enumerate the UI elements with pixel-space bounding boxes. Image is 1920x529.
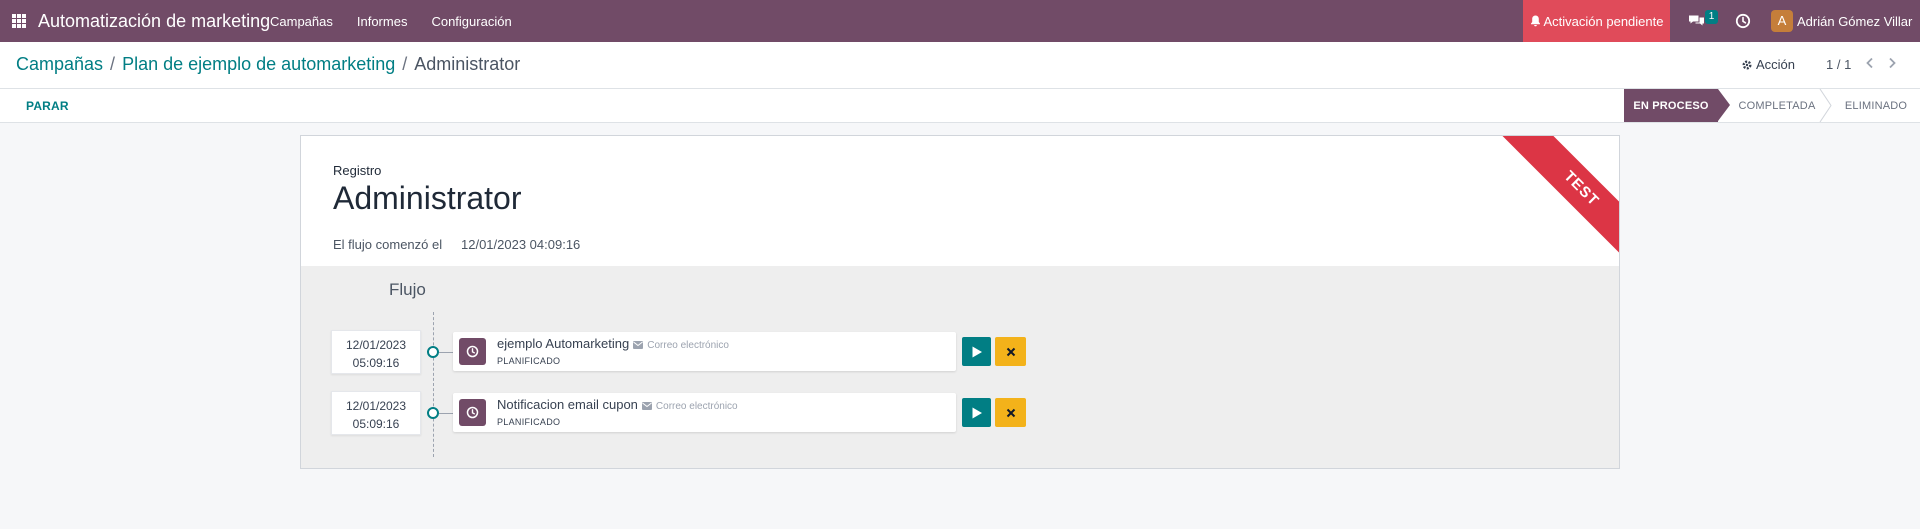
flow-title: Flujo: [389, 280, 426, 299]
control-panel: Campañas / Plan de ejemplo de automarketin…: [0, 42, 1920, 88]
bell-icon: [1530, 15, 1540, 27]
timeline-line: [433, 312, 434, 457]
activation-label: Activación pendiente: [1543, 13, 1664, 29]
play-icon: [972, 346, 982, 357]
breadcrumb-campanas[interactable]: Campañas: [16, 54, 103, 74]
gear-icon: [1742, 60, 1752, 70]
activity-date: 12/01/2023 05:09:16: [331, 330, 421, 374]
flow-started-value: 12/01/2023 04:09:16: [461, 237, 581, 252]
user-avatar[interactable]: A: [1771, 10, 1793, 32]
flow-started-label: El flujo comenzó el: [333, 237, 443, 252]
activation-pending-button[interactable]: Activación pendiente: [1523, 0, 1670, 42]
activity-clock-icon: [459, 399, 486, 426]
chat-count-badge: 1: [1705, 10, 1718, 24]
menu-item-informes[interactable]: Informes: [357, 14, 408, 29]
pager-previous-icon[interactable]: [1862, 55, 1878, 71]
timeline-connector: [439, 352, 453, 353]
timeline-dot: [427, 407, 439, 419]
status-bar: PARAR EN PROCESO COMPLETADA ELIMINADO: [0, 88, 1920, 123]
activity-type: Correo electrónico: [647, 340, 729, 351]
envelope-icon: [633, 341, 644, 349]
stop-button[interactable]: PARAR: [26, 99, 69, 113]
timeline-connector: [439, 413, 453, 414]
form-sheet: TEST Registro Administrator El flujo com…: [300, 135, 1620, 469]
breadcrumb: Campañas / Plan de ejemplo de automarketin…: [16, 54, 520, 75]
activity-name: Notificacion email cupon Correo electróni…: [497, 397, 738, 412]
breadcrumb-separator: /: [110, 54, 116, 74]
close-icon: [1006, 347, 1015, 356]
activity-date-day: 12/01/2023: [345, 338, 407, 352]
record-title: Administrator: [333, 180, 522, 216]
activity-state: PLANIFICADO: [497, 417, 561, 427]
menu-item-configuracion[interactable]: Configuración: [431, 14, 511, 29]
execute-button[interactable]: [962, 398, 991, 427]
activity-state: PLANIFICADO: [497, 356, 561, 366]
pager-value[interactable]: 1 / 1: [1826, 57, 1851, 72]
activity-clock-icon: [459, 338, 486, 365]
activity-clock-icon[interactable]: [1735, 13, 1751, 29]
activity-title: Notificacion email cupon: [497, 397, 638, 412]
menu-item-campanas[interactable]: Campañas: [270, 14, 333, 29]
activity-date-time: 05:09:16: [352, 417, 400, 431]
breadcrumb-separator: /: [402, 54, 408, 74]
app-title[interactable]: Automatización de marketing: [38, 11, 270, 32]
activity-type: Correo electrónico: [655, 401, 738, 412]
chat-icon[interactable]: [1688, 12, 1705, 29]
breadcrumb-current: Administrator: [414, 54, 521, 74]
action-menu-button[interactable]: Acción: [1741, 57, 1795, 72]
record-label: Registro: [333, 163, 382, 178]
user-menu[interactable]: Adrián Gómez Villar: [1797, 14, 1912, 29]
activity-card[interactable]: ejemplo Automarketing Correo electrónico …: [453, 332, 956, 371]
stage-en-proceso[interactable]: EN PROCESO: [1624, 89, 1730, 122]
activity-name: ejemplo Automarketing Correo electrónico: [497, 336, 729, 351]
activity-card[interactable]: Notificacion email cupon Correo electróni…: [453, 393, 956, 432]
activity-date-time: 05:09:16: [352, 356, 400, 370]
apps-grid-icon[interactable]: [12, 14, 26, 28]
main-menu: Campañas Informes Configuración: [270, 0, 536, 42]
stage-divider: [1819, 89, 1832, 122]
pager-next-icon[interactable]: [1884, 55, 1900, 71]
action-label: Acción: [1756, 57, 1796, 72]
cancel-button[interactable]: [995, 398, 1026, 427]
flow-section: Flujo 12/01/2023 05:09:16 ejemplo Automa…: [301, 266, 1619, 468]
cancel-button[interactable]: [995, 337, 1026, 366]
timeline-dot: [427, 346, 439, 358]
activity-title: ejemplo Automarketing: [497, 336, 630, 351]
play-icon: [972, 407, 982, 418]
execute-button[interactable]: [962, 337, 991, 366]
stage-eliminado[interactable]: ELIMINADO: [1832, 89, 1920, 122]
activity-date: 12/01/2023 05:09:16: [331, 391, 421, 435]
top-navbar: Automatización de marketing Campañas Inf…: [0, 0, 1920, 42]
stage-completada[interactable]: COMPLETADA: [1722, 89, 1832, 122]
activity-date-day: 12/01/2023: [345, 399, 407, 413]
envelope-icon: [641, 402, 652, 410]
breadcrumb-campaign[interactable]: Plan de ejemplo de automarketing: [122, 54, 395, 74]
close-icon: [1006, 408, 1015, 417]
